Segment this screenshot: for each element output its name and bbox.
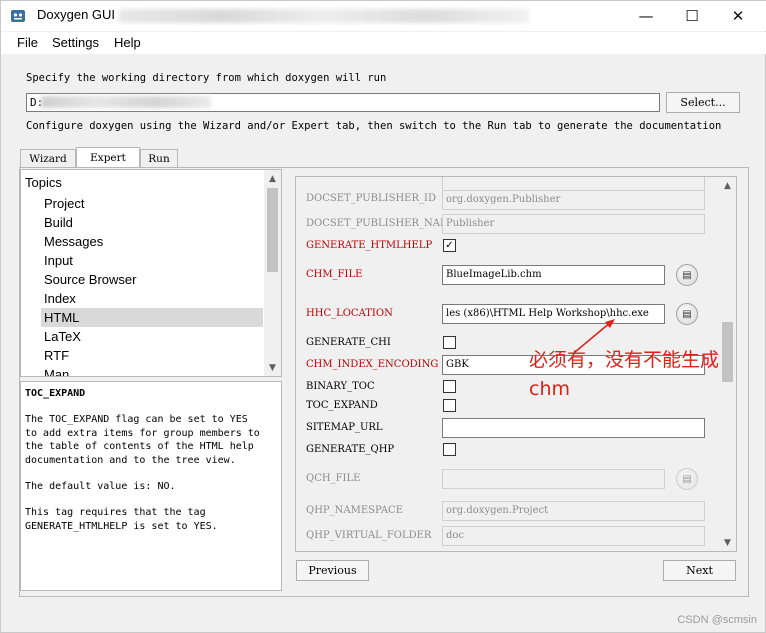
annotation-line-1: 必须有，没有不能生成 [529,349,720,371]
tab-expert[interactable]: Expert [76,147,140,168]
topics-scrollbar[interactable]: ▲ ▼ [264,170,281,376]
redacted-title-path [119,9,529,23]
generate-htmlhelp-label: GENERATE_HTMLHELP [306,240,433,251]
generate-htmlhelp-checkbox[interactable]: ✓ [443,239,456,252]
chm-file-field[interactable]: BlueImageLib.chm [442,265,665,285]
docset-publisher-id-field[interactable]: org.doxygen.Publisher [442,190,705,210]
working-dir-instruction: Specify the working directory from which… [26,72,387,84]
docset-publisher-name-label: DOCSET_PUBLISHER_NAME [306,218,458,229]
topic-rtf[interactable]: RTF [44,346,264,365]
generate-qhp-label: GENERATE_QHP [306,444,395,455]
csdn-watermark: CSDN @scmsin [677,614,757,626]
topics-header: Topics [25,175,62,190]
close-button[interactable]: ✕ [715,1,761,31]
title-bar: Doxygen GUI — ☐ ✕ [1,1,766,31]
tab-wizard[interactable]: Wizard [20,149,76,167]
help-requirement: This tag requires that the tag GENERATE_… [25,507,218,532]
topic-messages[interactable]: Messages [44,232,264,251]
file-icon: ▤ [682,473,692,485]
file-icon: ▤ [682,308,692,320]
next-button[interactable]: Next [663,560,736,581]
chm-index-encoding-label: CHM_INDEX_ENCODING [306,359,439,370]
menu-settings[interactable]: Settings [52,35,99,50]
generate-chi-label: GENERATE_CHI [306,337,391,348]
maximize-button[interactable]: ☐ [669,1,715,31]
qch-file-field[interactable] [442,469,665,489]
redacted-working-dir [41,96,211,108]
binary-toc-label: BINARY_TOC [306,381,375,392]
chm-file-browse-button[interactable]: ▤ [676,264,698,286]
sitemap-url-field[interactable] [442,418,705,438]
docset-publisher-name-field[interactable]: Publisher [442,214,705,234]
binary-toc-checkbox[interactable] [443,380,456,393]
topic-project[interactable]: Project [44,194,264,213]
topic-index[interactable]: Index [44,289,264,308]
scroll-up-icon[interactable]: ▲ [264,170,281,187]
scroll-down-icon[interactable]: ▼ [264,359,281,376]
topic-build[interactable]: Build [44,213,264,232]
hhc-location-label: HHC_LOCATION [306,308,393,319]
window-title: Doxygen GUI [37,7,116,22]
menu-help[interactable]: Help [114,35,141,50]
qhp-namespace-label: QHP_NAMESPACE [306,505,403,516]
menu-bar: File Settings Help [1,32,766,54]
select-dir-button[interactable]: Select... [666,92,740,113]
generate-chi-checkbox[interactable] [443,336,456,349]
help-heading: TOC_EXPAND [25,388,86,399]
docset-publisher-id-label: DOCSET_PUBLISHER_ID [306,193,436,204]
qhp-virtual-folder-label: QHP_VIRTUAL_FOLDER [306,530,432,541]
tab-run[interactable]: Run [140,149,178,167]
help-description: The TOC_EXPAND flag can be set to YES to… [25,414,260,466]
scroll-down-icon[interactable]: ▼ [719,534,736,551]
minimize-button[interactable]: — [623,1,669,31]
hhc-location-browse-button[interactable]: ▤ [676,303,698,325]
toc-expand-label: TOC_EXPAND [306,400,378,411]
annotation-line-2: chm [529,378,570,400]
topics-scroll-thumb[interactable] [267,188,278,272]
menu-file[interactable]: File [17,35,38,50]
help-panel: TOC_EXPAND The TOC_EXPAND flag can be se… [20,381,282,591]
topics-list: Topics Project Build Messages Input Sour… [20,169,282,377]
topic-man[interactable]: Man [44,365,264,376]
minimize-icon: — [638,7,654,25]
qch-file-label: QCH_FILE [306,473,361,484]
annotation-note: 必须有，没有不能生成 chm [529,346,749,404]
topic-source-browser[interactable]: Source Browser [44,270,264,289]
close-icon: ✕ [731,7,745,25]
sitemap-url-label: SITEMAP_URL [306,422,383,433]
toc-expand-checkbox[interactable] [443,399,456,412]
doxygen-app-icon [11,10,25,22]
generate-qhp-checkbox[interactable] [443,443,456,456]
chm-file-label: CHM_FILE [306,269,363,280]
topic-input[interactable]: Input [44,251,264,270]
configure-instruction: Configure doxygen using the Wizard and/o… [26,120,722,132]
qhp-namespace-field[interactable]: org.doxygen.Project [442,501,705,521]
topic-html[interactable]: HTML [41,308,263,327]
hhc-location-field[interactable]: les (x86)\HTML Help Workshop\hhc.exe [442,304,665,324]
doxygen-window: Doxygen GUI — ☐ ✕ File Settings Help Spe… [0,0,766,633]
file-icon: ▤ [682,269,692,281]
partial-field-top [442,177,705,191]
qch-file-browse-button[interactable]: ▤ [676,468,698,490]
previous-button[interactable]: Previous [296,560,369,581]
scroll-up-icon[interactable]: ▲ [719,177,736,194]
topic-latex[interactable]: LaTeX [44,327,264,346]
maximize-icon: ☐ [685,7,699,25]
qhp-virtual-folder-field[interactable]: doc [442,526,705,546]
help-default: The default value is: NO. [25,481,176,493]
